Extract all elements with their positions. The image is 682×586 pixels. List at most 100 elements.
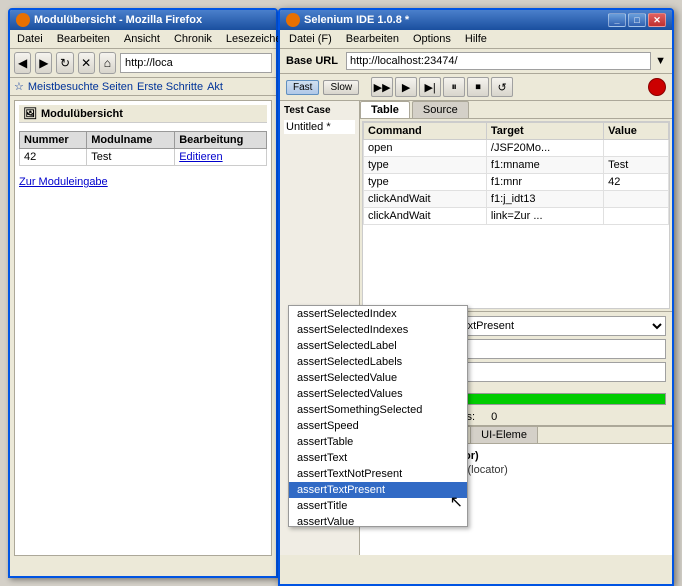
- playback-controls: ▶▶ ▶ ▶| ⏸ ⏹ ↺: [371, 77, 513, 97]
- module-title-bar: 🖼 Modulübersicht: [19, 105, 267, 123]
- cell-bearbeitung[interactable]: Editieren: [175, 149, 267, 166]
- refresh-button[interactable]: ↺: [491, 77, 513, 97]
- tgt-0: /JSF20Mo...: [486, 140, 603, 157]
- col-value: Value: [604, 123, 669, 140]
- play-all-button[interactable]: ▶▶: [371, 77, 393, 97]
- tgt-1: f1:mname: [486, 157, 603, 174]
- record-button[interactable]: [648, 78, 666, 96]
- test-case-label: Test Case: [284, 105, 355, 116]
- col-modulname: Modulname: [87, 132, 175, 149]
- menu-options[interactable]: Options: [410, 32, 454, 46]
- bookmark-star: ☆: [14, 80, 24, 93]
- cell-modulname: Test: [87, 149, 175, 166]
- firefox-icon: [16, 13, 30, 27]
- window-controls: _ □ ✕: [608, 13, 666, 27]
- stop-button[interactable]: ⏹: [467, 77, 489, 97]
- selenium-title: Selenium IDE 1.0.8 *: [304, 14, 409, 26]
- cmd-4: clickAndWait: [364, 208, 487, 225]
- speed-toolbar: Fast Slow ▶▶ ▶ ▶| ⏸ ⏹ ↺: [280, 74, 672, 101]
- tab-source[interactable]: Source: [412, 101, 469, 118]
- val-0: [604, 140, 669, 157]
- menu-datei-f[interactable]: Datei (F): [286, 32, 335, 46]
- col-command: Command: [364, 123, 487, 140]
- menu-bearbeiten[interactable]: Bearbeiten: [54, 32, 113, 46]
- table-row: 42 Test Editieren: [20, 149, 267, 166]
- dropdown-item-7[interactable]: assertSpeed: [289, 418, 467, 434]
- firefox-toolbar: ◀ ▶ ↻ ✕ ⌂: [10, 49, 276, 78]
- firefox-title: Modulübersicht - Mozilla Firefox: [34, 14, 202, 26]
- bookmark-meistbesuchte[interactable]: Meistbesuchte Seiten: [28, 81, 133, 93]
- dropdown-item-12[interactable]: assertTitle: [289, 498, 467, 514]
- bookmark-akt[interactable]: Akt: [207, 81, 223, 93]
- tab-bar: Table Source: [360, 101, 672, 119]
- command-dropdown[interactable]: assertSelectedIndex assertSelectedIndexe…: [288, 305, 468, 527]
- cmd-3: clickAndWait: [364, 191, 487, 208]
- close-button[interactable]: ✕: [648, 13, 666, 27]
- cmd-1: type: [364, 157, 487, 174]
- step-button[interactable]: ▶|: [419, 77, 441, 97]
- firefox-menu-bar: Datei Bearbeiten Ansicht Chronik Lesezei…: [10, 30, 276, 49]
- minimize-button[interactable]: _: [608, 13, 626, 27]
- dropdown-item-4[interactable]: assertSelectedValue: [289, 370, 467, 386]
- reload-button[interactable]: ↻: [56, 52, 73, 74]
- table-row[interactable]: clickAndWait link=Zur ...: [364, 208, 669, 225]
- module-table: Nummer Modulname Bearbeitung 42 Test Edi…: [19, 131, 267, 166]
- tgt-3: f1:j_idt13: [486, 191, 603, 208]
- col-bearbeitung: Bearbeitung: [175, 132, 267, 149]
- tab-ui-elements[interactable]: UI-Eleme: [471, 427, 538, 443]
- test-case-item[interactable]: Untitled *: [284, 120, 355, 134]
- dropdown-item-3[interactable]: assertSelectedLabels: [289, 354, 467, 370]
- val-4: [604, 208, 669, 225]
- slow-button[interactable]: Slow: [323, 80, 359, 95]
- dropdown-scroll[interactable]: assertSelectedIndex assertSelectedIndexe…: [289, 306, 467, 526]
- command-table: Command Target Value open /JSF20Mo... ty…: [363, 122, 669, 225]
- menu-bearbeiten[interactable]: Bearbeiten: [343, 32, 402, 46]
- maximize-button[interactable]: □: [628, 13, 646, 27]
- titlebar-left: Selenium IDE 1.0.8 *: [286, 13, 409, 27]
- table-row[interactable]: type f1:mnr 42: [364, 174, 669, 191]
- dropdown-item-6[interactable]: assertSomethingSelected: [289, 402, 467, 418]
- dropdown-item-2[interactable]: assertSelectedLabel: [289, 338, 467, 354]
- cmd-2: type: [364, 174, 487, 191]
- editieren-link[interactable]: Editieren: [179, 151, 222, 163]
- menu-ansicht[interactable]: Ansicht: [121, 32, 163, 46]
- address-bar[interactable]: [120, 53, 272, 73]
- dropdown-item-9[interactable]: assertText: [289, 450, 467, 466]
- menu-chronik[interactable]: Chronik: [171, 32, 215, 46]
- dropdown-item-1[interactable]: assertSelectedIndexes: [289, 322, 467, 338]
- col-nummer: Nummer: [20, 132, 87, 149]
- menu-hilfe[interactable]: Hilfe: [462, 32, 490, 46]
- dropdown-arrow[interactable]: ▼: [655, 55, 666, 67]
- col-target: Target: [486, 123, 603, 140]
- forward-button[interactable]: ▶: [35, 52, 52, 74]
- selenium-menu-bar: Datei (F) Bearbeiten Options Hilfe: [280, 30, 672, 49]
- fast-button[interactable]: Fast: [286, 80, 319, 95]
- stop-button[interactable]: ✕: [78, 52, 95, 74]
- cmd-0: open: [364, 140, 487, 157]
- tab-table[interactable]: Table: [360, 101, 410, 118]
- bookmark-erste-schritte[interactable]: Erste Schritte: [137, 81, 203, 93]
- dropdown-item-11[interactable]: assertTextPresent: [289, 482, 467, 498]
- dropdown-item-13[interactable]: assertValue: [289, 514, 467, 526]
- home-button[interactable]: ⌂: [99, 52, 116, 74]
- menu-datei[interactable]: Datei: [14, 32, 46, 46]
- command-table-area[interactable]: Command Target Value open /JSF20Mo... ty…: [362, 121, 670, 309]
- page-content: 🖼 Modulübersicht Nummer Modulname Bearbe…: [14, 100, 272, 556]
- table-row[interactable]: clickAndWait f1:j_idt13: [364, 191, 669, 208]
- pause-button[interactable]: ⏸: [443, 77, 465, 97]
- dropdown-item-10[interactable]: assertTextNotPresent: [289, 466, 467, 482]
- dropdown-item-8[interactable]: assertTable: [289, 434, 467, 450]
- module-icon: 🖼: [23, 107, 37, 120]
- back-button[interactable]: ◀: [14, 52, 31, 74]
- tgt-2: f1:mnr: [486, 174, 603, 191]
- dropdown-item-0[interactable]: assertSelectedIndex: [289, 306, 467, 322]
- dropdown-item-5[interactable]: assertSelectedValues: [289, 386, 467, 402]
- table-row[interactable]: type f1:mname Test: [364, 157, 669, 174]
- table-row[interactable]: open /JSF20Mo...: [364, 140, 669, 157]
- zur-moduleingabe-link[interactable]: Zur Moduleingabe: [19, 176, 267, 188]
- selenium-icon: [286, 13, 300, 27]
- val-1: Test: [604, 157, 669, 174]
- val-3: [604, 191, 669, 208]
- play-button[interactable]: ▶: [395, 77, 417, 97]
- base-url-input[interactable]: [346, 52, 651, 70]
